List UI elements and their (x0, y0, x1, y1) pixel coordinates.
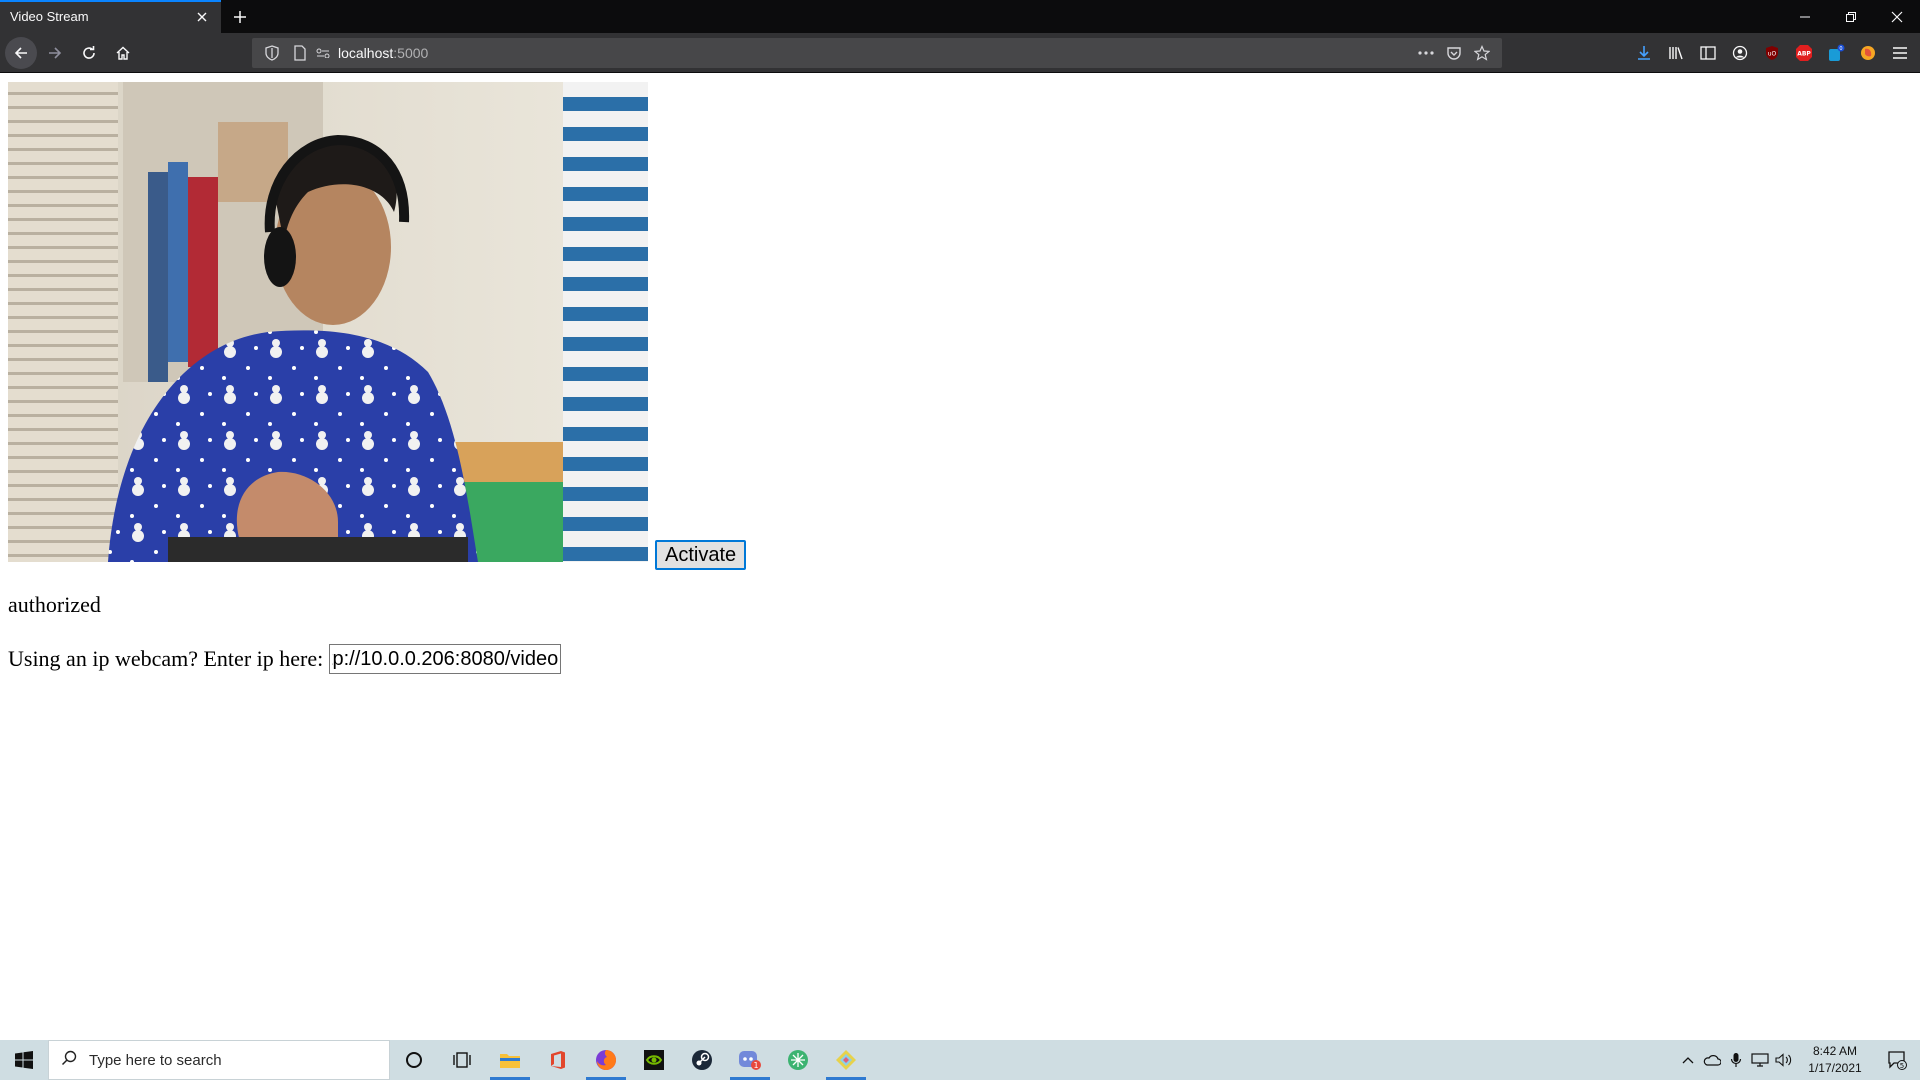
svg-text:0: 0 (1839, 46, 1842, 52)
extension-badge-icon[interactable]: 0 (1820, 37, 1852, 69)
tab-video-stream[interactable]: Video Stream (0, 0, 221, 33)
tab-strip: Video Stream (0, 0, 1920, 33)
permissions-icon[interactable] (314, 39, 332, 67)
extension-fox-icon[interactable] (1852, 37, 1884, 69)
tab-title: Video Stream (10, 9, 89, 24)
sidebar-icon[interactable] (1692, 37, 1724, 69)
cortana-icon[interactable] (390, 1040, 438, 1080)
adblock-plus-icon[interactable]: ABP (1788, 37, 1820, 69)
webcam-video-stream (8, 82, 648, 562)
system-tray: 8:42 AM 1/17/2021 5 (1676, 1040, 1920, 1080)
reload-button[interactable] (73, 37, 105, 69)
svg-text:1: 1 (753, 1061, 758, 1070)
onedrive-cloud-icon[interactable] (1700, 1040, 1724, 1080)
ip-webcam-row: Using an ip webcam? Enter ip here: (8, 644, 562, 674)
new-tab-button[interactable] (221, 0, 259, 33)
search-placeholder: Type here to search (89, 1051, 222, 1069)
url-port: :5000 (393, 45, 429, 61)
svg-text:uO: uO (1768, 51, 1777, 58)
menu-icon[interactable] (1884, 37, 1916, 69)
bookmark-star-icon[interactable] (1468, 39, 1496, 67)
home-button[interactable] (107, 37, 139, 69)
diamond-app-icon[interactable] (822, 1040, 870, 1080)
restore-button[interactable] (1828, 0, 1874, 33)
page-actions-icon[interactable] (1412, 39, 1440, 67)
firefox-icon[interactable] (582, 1040, 630, 1080)
activate-button[interactable]: Activate (655, 540, 747, 570)
ublock-origin-icon[interactable]: uO (1756, 37, 1788, 69)
show-hidden-icons-chevron-up-icon[interactable] (1676, 1040, 1700, 1080)
back-button[interactable] (5, 36, 37, 69)
task-view-icon[interactable] (438, 1040, 486, 1080)
steam-icon[interactable] (678, 1040, 726, 1080)
network-icon[interactable] (1748, 1040, 1772, 1080)
url-host: localhost (338, 45, 394, 61)
file-explorer-icon[interactable] (486, 1040, 534, 1080)
notification-count: 5 (1900, 1062, 1904, 1070)
network-app-icon[interactable] (774, 1040, 822, 1080)
action-center-icon[interactable]: 5 (1874, 1040, 1920, 1080)
account-icon[interactable] (1724, 37, 1756, 69)
windows-taskbar: Type here to search 1 8:42 AM 1/17/2021 … (0, 1040, 1920, 1080)
close-window-button[interactable] (1874, 0, 1920, 33)
ip-webcam-input[interactable] (329, 644, 562, 674)
clock-date: 1/17/2021 (1808, 1061, 1862, 1075)
page-content: Activate authorized Using an ip webcam? … (0, 74, 1920, 1040)
page-info-icon[interactable] (286, 39, 314, 67)
authorization-status: authorized (8, 592, 101, 617)
downloads-icon[interactable] (1628, 37, 1660, 69)
forward-button[interactable] (39, 37, 71, 69)
close-tab-icon[interactable] (193, 8, 211, 26)
tracking-shield-icon[interactable] (258, 39, 286, 67)
nvidia-icon[interactable] (630, 1040, 678, 1080)
ip-prompt-label: Using an ip webcam? Enter ip here: (8, 646, 324, 671)
taskbar-search-box[interactable]: Type here to search (48, 1040, 390, 1080)
microphone-icon[interactable] (1724, 1040, 1748, 1080)
svg-text:ABP: ABP (1797, 51, 1811, 58)
pocket-icon[interactable] (1440, 39, 1468, 67)
library-icon[interactable] (1660, 37, 1692, 69)
taskbar-clock[interactable]: 8:42 AM 1/17/2021 (1796, 1043, 1874, 1077)
discord-icon[interactable]: 1 (726, 1040, 774, 1080)
volume-icon[interactable] (1772, 1040, 1796, 1080)
search-icon (61, 1050, 77, 1070)
windows-start-icon[interactable] (0, 1040, 48, 1080)
office-icon[interactable] (534, 1040, 582, 1080)
clock-time: 8:42 AM (1812, 1044, 1858, 1058)
minimize-button[interactable] (1782, 0, 1828, 33)
nav-toolbar: localhost:5000 uO ABP 0 (0, 33, 1920, 73)
address-bar[interactable]: localhost:5000 (252, 38, 1502, 68)
url-text[interactable]: localhost:5000 (338, 45, 428, 61)
